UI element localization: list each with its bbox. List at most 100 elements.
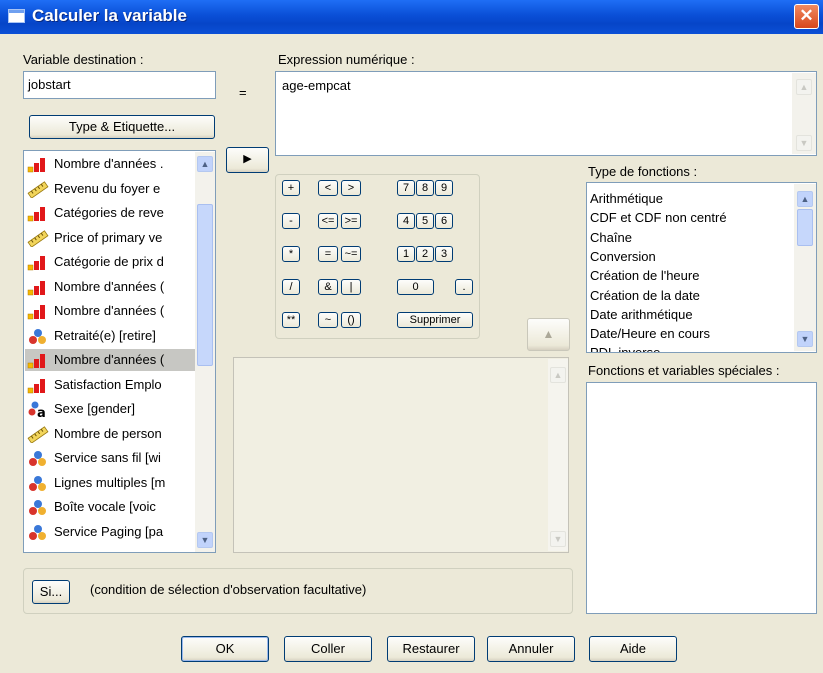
variable-list-scrollbar[interactable]: ▲ ▼: [195, 152, 215, 552]
greater-than-button[interactable]: >: [341, 180, 361, 196]
target-variable-label: Variable destination :: [23, 52, 144, 67]
scroll-up-icon[interactable]: ▲: [796, 79, 812, 95]
function-type-item[interactable]: Conversion: [590, 247, 656, 266]
reset-button[interactable]: Restaurer: [387, 636, 475, 662]
variable-list-item[interactable]: Service sans fil [wi: [25, 447, 205, 469]
scroll-down-icon[interactable]: ▼: [797, 331, 813, 347]
digit-4-button[interactable]: 4: [397, 213, 415, 229]
transfer-to-expression-button[interactable]: ▶: [226, 147, 269, 173]
nominal-measure-icon: [27, 524, 49, 541]
function-type-item[interactable]: PDL inverse: [590, 343, 660, 352]
nominal-measure-icon: [27, 475, 49, 492]
ruler-measure-icon: [27, 180, 49, 199]
title-bar[interactable]: Calculer la variable ✕: [0, 0, 823, 34]
variable-list-item[interactable]: Catégorie de prix d: [25, 251, 205, 273]
type-label-button[interactable]: Type & Etiquette...: [29, 115, 215, 139]
function-type-item[interactable]: Création de l'heure: [590, 266, 699, 285]
variable-list-item[interactable]: Nombre d'années (: [25, 300, 205, 322]
variable-list-item[interactable]: Satisfaction Emplo: [25, 374, 205, 396]
expression-scrollbar[interactable]: ▲ ▼: [792, 73, 816, 154]
variable-label: Price of primary ve: [54, 229, 163, 245]
variable-list-item[interactable]: Lignes multiples [m: [25, 472, 205, 494]
function-type-item[interactable]: Création de la date: [590, 286, 700, 305]
not-equal-button[interactable]: ~=: [341, 246, 361, 262]
digit-5-button[interactable]: 5: [416, 213, 434, 229]
function-list-scrollbar[interactable]: ▲ ▼: [794, 184, 816, 351]
digit-0-button[interactable]: 0: [397, 279, 434, 295]
equal-button[interactable]: =: [318, 246, 338, 262]
variable-list-item[interactable]: Nombre de person: [25, 423, 205, 445]
variable-label: Revenu du foyer e: [54, 180, 161, 196]
window-title: Calculer la variable: [32, 6, 187, 25]
multiply-button[interactable]: *: [282, 246, 300, 262]
ruler-measure-icon: [27, 229, 49, 248]
scroll-thumb[interactable]: [797, 209, 813, 246]
ok-button[interactable]: OK: [181, 636, 269, 662]
and-button[interactable]: &: [318, 279, 338, 295]
scroll-down-icon[interactable]: ▼: [550, 531, 566, 547]
function-type-item[interactable]: Arithmétique: [590, 189, 663, 208]
variable-list[interactable]: Nombre d'années . Revenu du foyer e Catégo…: [23, 150, 216, 553]
digit-1-button[interactable]: 1: [397, 246, 415, 262]
variable-list-item[interactable]: Price of primary ve: [25, 227, 205, 249]
not-button[interactable]: ~: [318, 312, 338, 328]
digit-8-button[interactable]: 8: [416, 180, 434, 196]
cancel-button[interactable]: Annuler: [487, 636, 575, 662]
compute-variable-dialog: Calculer la variable ✕ Variable destinat…: [0, 0, 823, 673]
variable-list-item[interactable]: Service Paging [pa: [25, 521, 205, 543]
variable-list-item[interactable]: a Sexe [gender]: [25, 398, 205, 420]
digit-2-button[interactable]: 2: [416, 246, 434, 262]
if-button[interactable]: Si...: [32, 580, 70, 604]
expression-input[interactable]: age-empcat ▲ ▼: [275, 71, 817, 156]
variable-label: Nombre d'années (: [54, 352, 165, 367]
digit-3-button[interactable]: 3: [435, 246, 453, 262]
description-scrollbar[interactable]: ▲ ▼: [548, 359, 568, 551]
target-variable-input[interactable]: jobstart: [23, 71, 216, 99]
function-type-item[interactable]: Date/Heure en cours: [590, 324, 710, 343]
variable-label: Service sans fil [wi: [54, 450, 161, 465]
scale-measure-icon: [27, 205, 49, 222]
scroll-up-icon[interactable]: ▲: [197, 156, 213, 172]
variable-list-item[interactable]: Nombre d'années (: [25, 349, 205, 371]
variable-list-item[interactable]: Revenu du foyer e: [25, 178, 205, 200]
scroll-up-icon[interactable]: ▲: [550, 367, 566, 383]
digit-7-button[interactable]: 7: [397, 180, 415, 196]
move-function-up-button[interactable]: ▲: [527, 318, 570, 351]
greater-equal-button[interactable]: >=: [341, 213, 361, 229]
or-button[interactable]: |: [341, 279, 361, 295]
scroll-thumb[interactable]: [197, 204, 213, 366]
less-equal-button[interactable]: <=: [318, 213, 338, 229]
close-button[interactable]: ✕: [794, 4, 819, 29]
scroll-up-icon[interactable]: ▲: [797, 191, 813, 207]
variable-list-item[interactable]: Retraité(e) [retire]: [25, 325, 205, 347]
function-type-item[interactable]: Chaîne: [590, 228, 632, 247]
plus-button[interactable]: +: [282, 180, 300, 196]
paste-button[interactable]: Coller: [284, 636, 372, 662]
digit-6-button[interactable]: 6: [435, 213, 453, 229]
variable-list-item[interactable]: Nombre d'années .: [25, 153, 205, 175]
variable-list-item[interactable]: Nombre d'années (: [25, 276, 205, 298]
if-condition-text: (condition de sélection d'observation fa…: [90, 582, 367, 597]
function-type-label: Type de fonctions :: [588, 164, 698, 179]
help-button[interactable]: Aide: [589, 636, 677, 662]
variable-list-item[interactable]: Boîte vocale [voic: [25, 496, 205, 518]
delete-button[interactable]: Supprimer: [397, 312, 473, 328]
scroll-down-icon[interactable]: ▼: [796, 135, 812, 151]
function-type-item[interactable]: Date arithmétique: [590, 305, 693, 324]
parentheses-button[interactable]: (): [341, 312, 361, 328]
variable-list-item[interactable]: Catégories de reve: [25, 202, 205, 224]
variable-label: Boîte vocale [voic: [54, 499, 156, 514]
minus-button[interactable]: -: [282, 213, 300, 229]
scale-measure-icon: [27, 352, 49, 369]
special-functions-list[interactable]: [586, 382, 817, 614]
target-variable-value: jobstart: [28, 77, 71, 92]
digit-9-button[interactable]: 9: [435, 180, 453, 196]
scroll-down-icon[interactable]: ▼: [197, 532, 213, 548]
function-type-item[interactable]: CDF et CDF non centré: [590, 208, 727, 227]
variable-label: Nombre de person: [54, 425, 162, 441]
power-button[interactable]: **: [282, 312, 300, 328]
function-type-list[interactable]: Arithmétique CDF et CDF non centré Chaîne C…: [586, 182, 817, 353]
decimal-point-button[interactable]: .: [455, 279, 473, 295]
divide-button[interactable]: /: [282, 279, 300, 295]
less-than-button[interactable]: <: [318, 180, 338, 196]
